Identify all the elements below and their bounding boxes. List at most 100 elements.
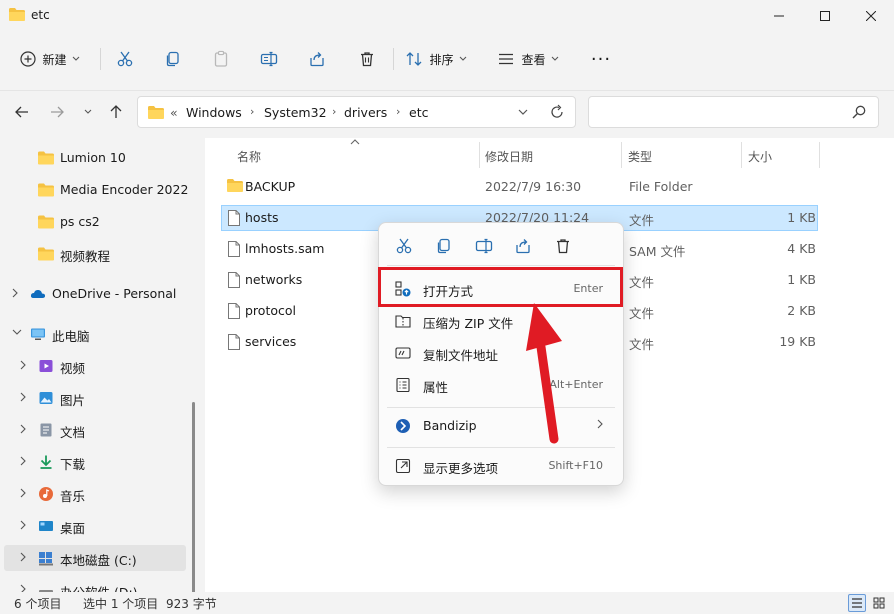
ctx-delete-button[interactable] [550, 235, 576, 257]
sidebar-item-video-tutorials[interactable]: 视频教程 [4, 241, 186, 267]
tiles-view-button[interactable] [870, 594, 888, 612]
file-icon [228, 334, 240, 350]
copy-button[interactable] [158, 44, 188, 74]
ctx-copy-button[interactable] [431, 235, 457, 257]
breadcrumb-windows[interactable]: Windows [186, 105, 242, 120]
search-box[interactable] [588, 96, 879, 128]
sidebar-item-pictures[interactable]: 图片 [4, 385, 186, 411]
sidebar-item-label: 图片 [60, 393, 86, 408]
sidebar-item-documents[interactable]: 文档 [4, 417, 186, 443]
column-header-size[interactable]: 大小 [748, 148, 772, 165]
column-divider[interactable] [819, 142, 820, 168]
sidebar-item-onedrive[interactable]: OneDrive - Personal [4, 281, 186, 307]
sidebar-item-music[interactable]: 音乐 [4, 481, 186, 507]
column-divider[interactable] [621, 142, 622, 168]
status-bar: 6 个项目 选中 1 个项目 923 字节 [0, 592, 894, 614]
chevron-right-icon[interactable] [20, 584, 26, 592]
view-button[interactable]: 查看 [492, 44, 564, 74]
chevron-right-icon[interactable] [20, 424, 26, 434]
search-icon [852, 105, 866, 119]
sidebar-item-media-encoder[interactable]: Media Encoder 2022 [4, 177, 188, 203]
ctx-show-more-options[interactable]: 显示更多选项 Shift+F10 [385, 451, 617, 481]
table-row[interactable]: BACKUP 2022/7/9 16:30 File Folder [221, 174, 818, 200]
breadcrumb-overflow[interactable]: « [170, 105, 178, 120]
folder-icon [38, 151, 54, 165]
chevron-right-icon[interactable] [20, 520, 26, 530]
view-button-label: 查看 [521, 52, 546, 67]
breadcrumb-etc[interactable]: etc [409, 105, 428, 120]
new-button[interactable]: 新建 [14, 44, 86, 74]
context-menu-divider [387, 265, 615, 266]
breadcrumb-system32[interactable]: System32 [264, 105, 327, 120]
pc-icon [31, 328, 45, 340]
sidebar-item-office-d[interactable]: 办公软件 (D:) [4, 577, 186, 592]
sidebar-item-videos[interactable]: 视频 [4, 353, 186, 379]
minimize-button[interactable] [756, 0, 802, 32]
sidebar-item-local-disk-c[interactable]: 本地磁盘 (C:) [4, 545, 186, 571]
cut-button[interactable] [110, 44, 140, 74]
column-header-type[interactable]: 类型 [628, 148, 652, 165]
chevron-right-icon[interactable] [20, 456, 26, 466]
share-button[interactable] [302, 44, 332, 74]
file-explorer-window: etc 新建 排序 查看 ··· « Windows › System32 › … [0, 0, 894, 614]
chevron-down-icon[interactable] [12, 328, 22, 336]
chevron-down-icon [551, 56, 558, 61]
paste-button[interactable] [206, 44, 236, 74]
file-type: 文件 [629, 275, 655, 290]
chevron-right-icon[interactable] [20, 360, 26, 370]
more-options-button[interactable]: ··· [586, 44, 616, 74]
chevron-right-icon[interactable] [20, 552, 26, 562]
column-header-date[interactable]: 修改日期 [485, 148, 533, 165]
ctx-rename-button[interactable] [471, 235, 497, 257]
status-item-count: 6 个项目 [14, 597, 62, 611]
column-divider[interactable] [741, 142, 742, 168]
maximize-button[interactable] [802, 0, 848, 32]
delete-button[interactable] [352, 44, 382, 74]
sidebar-item-label: 本地磁盘 (C:) [60, 553, 137, 568]
breadcrumb-drivers[interactable]: drivers [344, 105, 387, 120]
share-icon [310, 52, 324, 67]
ctx-share-button[interactable] [510, 235, 536, 257]
sort-button[interactable]: 排序 [404, 44, 468, 74]
window-title: etc [31, 8, 50, 22]
ctx-item-label: 复制文件地址 [423, 348, 499, 363]
sidebar-item-label: 下载 [60, 457, 86, 472]
maximize-icon [820, 11, 830, 21]
file-date: 2022/7/9 16:30 [485, 179, 582, 194]
refresh-icon[interactable] [550, 104, 564, 120]
toolbar-divider [393, 48, 394, 70]
sidebar-item-desktop[interactable]: 桌面 [4, 513, 186, 539]
sidebar-item-lumion[interactable]: Lumion 10 [4, 145, 186, 171]
details-view-button[interactable] [848, 594, 866, 612]
file-icon [228, 303, 240, 319]
close-button[interactable] [848, 0, 894, 32]
sidebar-item-this-pc[interactable]: 此电脑 [4, 321, 186, 347]
file-icon [228, 210, 240, 226]
status-selected-count: 选中 1 个项目 [83, 597, 159, 611]
sidebar-item-downloads[interactable]: 下载 [4, 449, 186, 475]
chevron-right-icon[interactable] [12, 288, 18, 298]
address-bar[interactable]: « Windows › System32 › drivers › etc [137, 96, 576, 128]
column-divider[interactable] [479, 142, 480, 168]
recent-locations-button[interactable] [76, 100, 100, 124]
sidebar-item-label: 文档 [60, 425, 86, 440]
up-button[interactable] [104, 100, 128, 124]
rename-button[interactable] [254, 44, 284, 74]
forward-button[interactable] [45, 100, 69, 124]
chevron-right-icon[interactable] [20, 488, 26, 498]
chevron-down-icon[interactable] [518, 105, 528, 119]
status-selected-size: 923 字节 [166, 597, 217, 611]
ctx-cut-button[interactable] [391, 235, 417, 257]
chevron-right-icon[interactable] [20, 392, 26, 402]
pictures-icon [39, 392, 53, 404]
sort-ascending-icon [350, 139, 360, 145]
sidebar-item-ps-cs2[interactable]: ps cs2 [4, 209, 186, 235]
breadcrumb-separator-icon: › [332, 105, 337, 118]
sidebar-scrollbar[interactable] [192, 402, 195, 592]
plus-circle-icon [20, 51, 37, 67]
back-button[interactable] [10, 100, 34, 124]
drive-icon [39, 552, 53, 566]
command-bar: 新建 排序 查看 ··· [0, 36, 894, 82]
file-icon [228, 241, 240, 257]
column-header-name[interactable]: 名称 [237, 148, 261, 165]
